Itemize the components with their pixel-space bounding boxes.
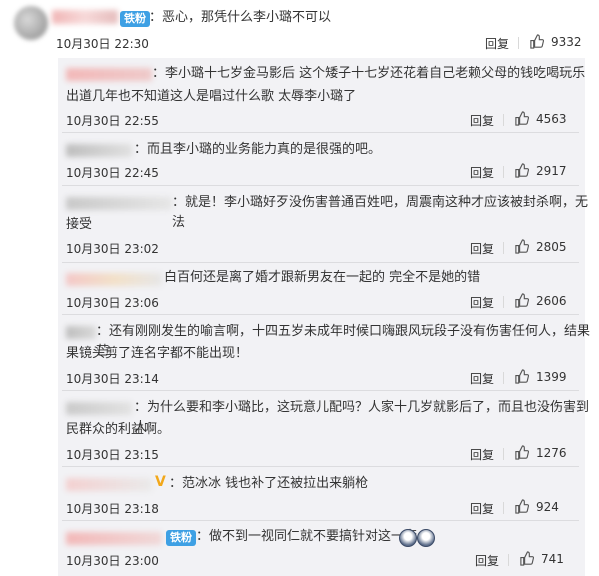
reply-time: 10月30日 23:15 [66, 448, 159, 462]
reply-button[interactable]: 回复 [470, 240, 494, 257]
reply-username[interactable] [66, 273, 162, 286]
thumbs-up-icon [520, 551, 534, 566]
reply-text-cont: 果镜头剪了连名字都不能出现！ [66, 346, 249, 361]
reply-time: 10月30日 22:45 [66, 166, 159, 180]
divider [508, 554, 509, 566]
divider [518, 37, 519, 49]
divider [503, 242, 504, 254]
reply-text-cont: 出道几年也不知道这人是唱过什么歌 太辱李小璐了 [66, 89, 357, 104]
like-count: 1399 [536, 369, 567, 384]
reply-username[interactable] [66, 326, 96, 339]
divider [503, 296, 504, 308]
reply-text: 白百何还是离了婚才跟新男友在一起的 完全不是她的错 [164, 270, 481, 285]
reply-text: ：就是！李小璐好歹没伤害普通百姓吧，周震南这种才应该被封杀啊，无法 [172, 195, 589, 230]
divider [503, 166, 504, 178]
thumbs-up-icon [530, 34, 544, 49]
reply-button[interactable]: 回复 [475, 552, 499, 569]
reply-username[interactable] [66, 144, 132, 157]
like-button[interactable]: 4563 [514, 111, 567, 126]
reply-time: 10月30日 23:00 [66, 554, 159, 568]
reply-text-cont: 民群众的利益啊。 [66, 422, 171, 437]
thumbs-up-icon [515, 369, 529, 384]
reply-username[interactable] [66, 68, 152, 81]
reply-time: 10月30日 23:02 [66, 242, 159, 256]
thumbs-up-icon [515, 445, 529, 460]
thumbs-up-icon [515, 293, 529, 308]
like-count: 9332 [551, 34, 582, 49]
reply-username[interactable] [66, 532, 162, 545]
reply-button[interactable]: 回复 [470, 294, 494, 311]
row-divider [62, 466, 579, 467]
reply-time: 10月30日 22:55 [66, 114, 159, 128]
reply-time: 10月30日 23:06 [66, 296, 159, 310]
like-count: 2606 [536, 293, 567, 308]
like-button[interactable]: 924 [514, 499, 559, 514]
comment-time: 10月30日 22:30 [56, 37, 149, 51]
like-button[interactable]: 2917 [514, 163, 567, 178]
reply-button[interactable]: 回复 [470, 164, 494, 181]
divider [503, 372, 504, 384]
reply-button[interactable]: 回复 [485, 35, 509, 52]
like-count: 4563 [536, 111, 567, 126]
thumbs-up-icon [515, 111, 529, 126]
like-button[interactable]: 1276 [514, 445, 567, 460]
reply-time: 10月30日 23:14 [66, 372, 159, 386]
reply-username[interactable] [66, 478, 152, 491]
fan-badge: 铁粉 [166, 530, 196, 546]
reply-username[interactable] [66, 402, 132, 415]
divider [503, 502, 504, 514]
like-count: 1276 [536, 445, 567, 460]
like-count: 924 [536, 499, 559, 514]
v-icon: V [155, 474, 166, 490]
replies-panel [58, 58, 585, 576]
reply-time: 10月30日 23:18 [66, 502, 159, 516]
reply-username[interactable] [66, 197, 172, 210]
row-divider [62, 185, 579, 186]
like-count: 2805 [536, 239, 567, 254]
like-button[interactable]: 2805 [514, 239, 567, 254]
reply-button[interactable]: 回复 [470, 112, 494, 129]
reply-button[interactable]: 回复 [470, 446, 494, 463]
like-button[interactable]: 2606 [514, 293, 567, 308]
emoji-icon [417, 529, 435, 547]
row-divider [62, 262, 579, 263]
fan-badge: 铁粉 [120, 11, 150, 27]
reply-text: ：而且李小璐的业务能力真的是很强的吧。 [134, 142, 382, 157]
reply-text-cont: 接受 [66, 217, 93, 232]
username[interactable] [52, 10, 118, 24]
thumbs-up-icon [515, 239, 529, 254]
like-button[interactable]: 9332 [529, 34, 582, 49]
thumbs-up-icon [515, 499, 529, 514]
reply-text: ：为什么要和李小璐比，这玩意儿配吗？人家十几岁就影后了，而且也没伤害到人 [134, 400, 590, 435]
thumbs-up-icon [515, 163, 529, 178]
row-divider [62, 520, 579, 521]
reply-button[interactable]: 回复 [470, 500, 494, 517]
row-divider [62, 390, 579, 391]
row-divider [62, 132, 579, 133]
reply-text: ：范冰冰 钱也补了还被拉出来躺枪 [169, 476, 369, 491]
avatar[interactable] [14, 6, 48, 40]
divider [503, 114, 504, 126]
like-count: 741 [541, 551, 564, 566]
like-count: 2917 [536, 163, 567, 178]
divider [503, 448, 504, 460]
like-button[interactable]: 1399 [514, 369, 567, 384]
reply-text: ：李小璐十七岁金马影后 这个矮子十七岁还花着自己老赖父母的钱吃喝玩乐 [152, 66, 586, 81]
reply-button[interactable]: 回复 [470, 370, 494, 387]
comment-text: ：恶心，那凭什么李小璐不可以 [149, 10, 332, 25]
reply-text: ：做不到一视同仁就不要搞针对这一套 [196, 529, 418, 544]
like-button[interactable]: 741 [519, 551, 564, 566]
emoji-icon [399, 529, 417, 547]
row-divider [62, 314, 579, 315]
